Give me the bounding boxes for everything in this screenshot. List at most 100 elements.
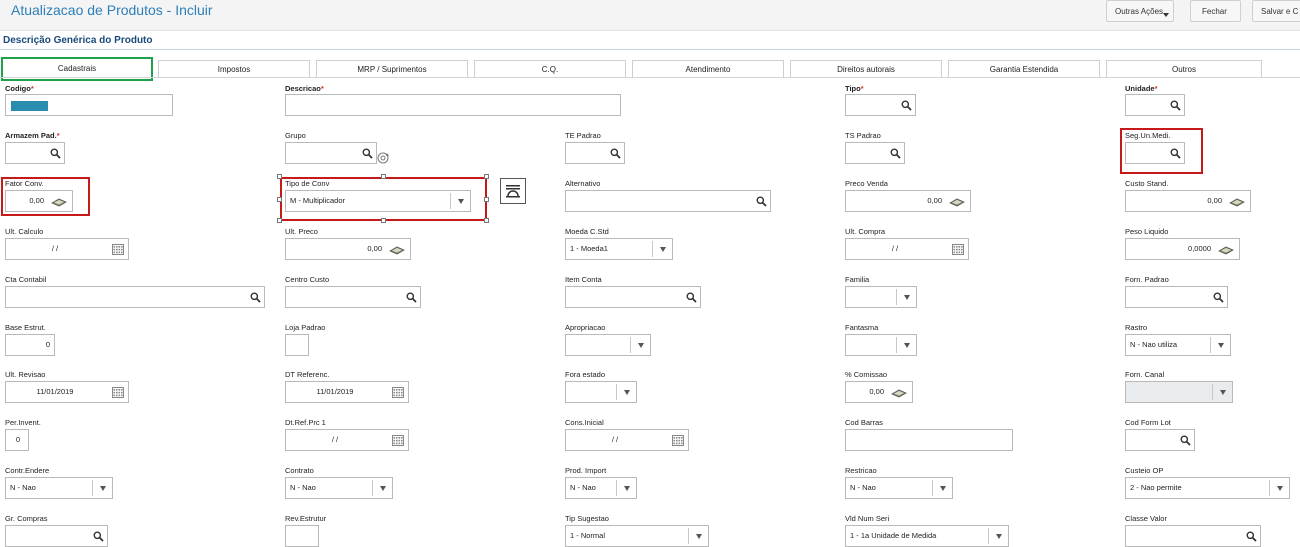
calendar-icon[interactable] — [952, 244, 964, 255]
dt-referenc-input[interactable]: 11/01/2019 — [285, 381, 409, 403]
rev-estrutur-input[interactable] — [285, 525, 319, 547]
vld-num-seri-select[interactable]: 1 - 1a Unidade de Medida — [845, 525, 1009, 547]
gr-compras-input[interactable] — [5, 525, 108, 547]
tipo-input[interactable] — [845, 94, 916, 116]
resize-handle-s[interactable] — [381, 218, 386, 223]
tab-atendimento[interactable]: Atendimento — [632, 60, 784, 77]
resize-handle-nw[interactable] — [277, 174, 282, 179]
chevron-down-icon[interactable] — [1277, 486, 1283, 491]
tab-garantia-estendida[interactable]: Garantia Estendida — [948, 60, 1100, 77]
contrato-select[interactable]: N - Nao — [285, 477, 393, 499]
search-icon[interactable] — [1170, 100, 1181, 111]
resize-handle-se[interactable] — [484, 218, 489, 223]
properties-widget-button[interactable] — [500, 178, 526, 204]
search-icon[interactable] — [50, 148, 61, 159]
rastro-select[interactable]: N - Nao utiliza — [1125, 334, 1231, 356]
cons-inicial-input[interactable]: / / — [565, 429, 689, 451]
peso-liquido-input[interactable]: 0,0000 — [1125, 238, 1240, 260]
resize-handle-n[interactable] — [381, 174, 386, 179]
base-estrut-input[interactable]: 0 — [5, 334, 55, 356]
calendar-icon[interactable] — [392, 435, 404, 446]
chevron-down-icon[interactable] — [100, 486, 106, 491]
tab-mrp-suprimentos[interactable]: MRP / Suprimentos — [316, 60, 468, 77]
tab-outros[interactable]: Outros — [1106, 60, 1262, 77]
fantasma-select[interactable] — [845, 334, 917, 356]
calendar-icon[interactable] — [672, 435, 684, 446]
other-actions-button[interactable]: Outras Ações — [1106, 0, 1174, 22]
armazem-input[interactable] — [5, 142, 65, 164]
cod-barras-input[interactable] — [845, 429, 1013, 451]
chevron-down-icon[interactable] — [380, 486, 386, 491]
item-conta-input[interactable] — [565, 286, 701, 308]
ts-padrao-input[interactable] — [845, 142, 905, 164]
calculator-icon[interactable] — [389, 245, 405, 255]
search-icon[interactable] — [901, 100, 912, 111]
loja-padrao-input[interactable] — [285, 334, 309, 356]
calculator-icon[interactable] — [1229, 197, 1245, 207]
resize-handle-sw[interactable] — [277, 218, 282, 223]
contr-endere-select[interactable]: N - Nao — [5, 477, 113, 499]
search-icon[interactable] — [250, 292, 261, 303]
search-icon[interactable] — [610, 148, 621, 159]
resize-handle-w[interactable] — [277, 197, 282, 202]
chevron-down-icon[interactable] — [1220, 390, 1226, 395]
alternativo-input[interactable] — [565, 190, 771, 212]
moeda-select[interactable]: 1 - Moeda1 — [565, 238, 673, 260]
resize-handle-e[interactable] — [484, 197, 489, 202]
search-icon[interactable] — [362, 148, 373, 159]
codigo-input[interactable] — [5, 94, 173, 116]
chevron-down-icon[interactable] — [904, 295, 910, 300]
custeio-op-select[interactable]: 2 - Nao permite — [1125, 477, 1290, 499]
ult-compra-input[interactable]: / / — [845, 238, 969, 260]
restricao-select[interactable]: N - Nao — [845, 477, 953, 499]
prod-import-select[interactable]: N - Nao — [565, 477, 637, 499]
familia-select[interactable] — [845, 286, 917, 308]
search-icon[interactable] — [1246, 531, 1257, 542]
search-icon[interactable] — [1180, 435, 1191, 446]
cod-form-lot-input[interactable] — [1125, 429, 1195, 451]
tab-cq[interactable]: C.Q. — [474, 60, 626, 77]
forn-canal-select[interactable] — [1125, 381, 1233, 403]
centro-custo-input[interactable] — [285, 286, 421, 308]
ult-revisao-input[interactable]: 11/01/2019 — [5, 381, 129, 403]
preco-venda-input[interactable]: 0,00 — [845, 190, 971, 212]
tab-direitos-autorais[interactable]: Direitos autorais — [790, 60, 942, 77]
calculator-icon[interactable] — [949, 197, 965, 207]
tab-impostos[interactable]: Impostos — [158, 60, 310, 77]
custo-stand-input[interactable]: 0,00 — [1125, 190, 1251, 212]
cta-contabil-input[interactable] — [5, 286, 265, 308]
calculator-icon[interactable] — [891, 388, 907, 398]
calendar-icon[interactable] — [392, 387, 404, 398]
classe-valor-input[interactable] — [1125, 525, 1261, 547]
tip-sugestao-select[interactable]: 1 - Normal — [565, 525, 709, 547]
save-button[interactable]: Salvar e C — [1252, 0, 1300, 22]
close-button[interactable]: Fechar — [1190, 0, 1241, 22]
search-icon[interactable] — [93, 531, 104, 542]
dt-ref-prc-input[interactable]: / / — [285, 429, 409, 451]
fora-estado-select[interactable] — [565, 381, 637, 403]
ult-preco-input[interactable]: 0,00 — [285, 238, 411, 260]
per-invent-input[interactable]: 0 — [5, 429, 29, 451]
chevron-down-icon[interactable] — [624, 390, 630, 395]
chevron-down-icon[interactable] — [996, 534, 1002, 539]
chevron-down-icon[interactable] — [1218, 343, 1224, 348]
calendar-icon[interactable] — [112, 244, 124, 255]
descricao-input[interactable] — [285, 94, 621, 116]
te-padrao-input[interactable] — [565, 142, 625, 164]
search-icon[interactable] — [1213, 292, 1224, 303]
comissao-input[interactable]: 0,00 — [845, 381, 913, 403]
apropriacao-select[interactable] — [565, 334, 651, 356]
grupo-input[interactable] — [285, 142, 377, 164]
resize-handle-ne[interactable] — [484, 174, 489, 179]
rotate-handle-icon[interactable] — [375, 150, 391, 166]
search-icon[interactable] — [406, 292, 417, 303]
chevron-down-icon[interactable] — [940, 486, 946, 491]
calendar-icon[interactable] — [112, 387, 124, 398]
search-icon[interactable] — [686, 292, 697, 303]
ult-calculo-input[interactable]: / / — [5, 238, 129, 260]
chevron-down-icon[interactable] — [660, 247, 666, 252]
calculator-icon[interactable] — [1218, 245, 1234, 255]
search-icon[interactable] — [756, 196, 767, 207]
chevron-down-icon[interactable] — [696, 534, 702, 539]
search-icon[interactable] — [890, 148, 901, 159]
